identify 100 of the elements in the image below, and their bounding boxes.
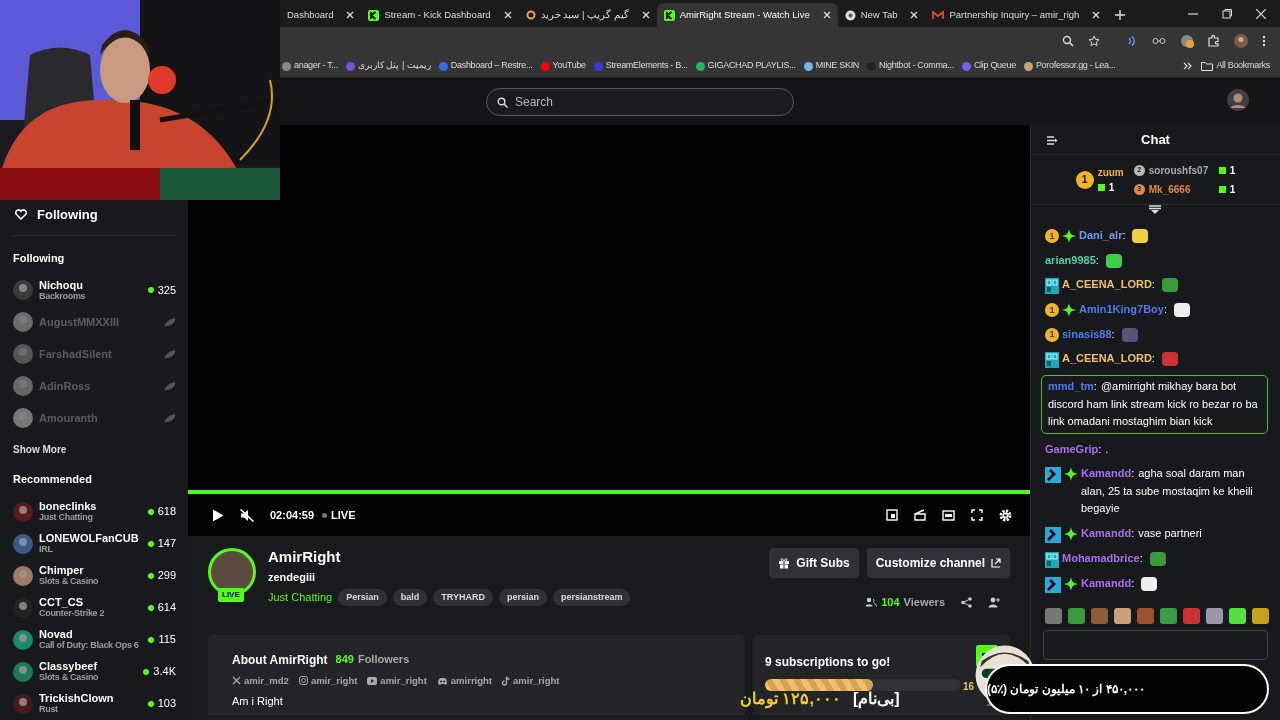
zoom-icon[interactable] <box>1062 35 1074 47</box>
emote-icon[interactable] <box>1252 607 1269 624</box>
browser-tab[interactable]: گیم گریپ | سبد خرید <box>518 3 657 27</box>
channel-item[interactable]: boneclinks Just Chatting 618 <box>13 495 176 528</box>
theater-icon[interactable] <box>914 509 926 521</box>
wide-mode-icon[interactable] <box>942 509 955 521</box>
chat-message[interactable]: Amin1King7Boy: <box>1079 301 1172 319</box>
tag[interactable]: persianstream <box>552 588 631 606</box>
bookmark[interactable]: ریمیت | پنل کاربری <box>345 59 431 73</box>
bookmark[interactable]: MINE SKIN <box>803 59 860 73</box>
close-icon[interactable] <box>1256 9 1266 19</box>
fullscreen-icon[interactable] <box>971 509 983 521</box>
channel-item[interactable]: Novad Call of Duty: Black Ops 6 115 <box>13 623 176 656</box>
avatar-icon <box>13 280 33 300</box>
collapse-chat-icon[interactable] <box>1047 136 1058 145</box>
extension-badge-icon[interactable] <box>1180 34 1194 48</box>
browser-tab[interactable]: Dashboard <box>280 3 362 27</box>
gift-subs-button[interactable]: Gift Subs <box>769 548 859 578</box>
share-icon[interactable] <box>961 596 972 608</box>
youtube-icon <box>367 676 378 685</box>
chat-message[interactable]: Dani_alr: <box>1079 227 1130 245</box>
bookmark[interactable]: Porofessor.gg - Lea... <box>1023 59 1116 73</box>
chat-message[interactable]: Kamandd: vase partneri <box>1081 524 1202 542</box>
chat-input[interactable] <box>1043 629 1268 660</box>
tag[interactable]: persian <box>498 588 547 606</box>
show-more-link[interactable]: Show More <box>13 442 176 457</box>
bookmark[interactable]: GIGACHAD PLAYLIS... <box>695 59 796 73</box>
browser-tab[interactable]: AmirRight Stream - Watch Live <box>656 3 838 27</box>
bookmark[interactable]: Nightbot - Comma... <box>867 59 954 73</box>
wave-icon[interactable] <box>1126 35 1138 47</box>
restore-icon[interactable] <box>1222 9 1232 19</box>
scroll-down-icon[interactable] <box>1149 205 1161 215</box>
category-link[interactable]: Just Chatting <box>268 589 333 606</box>
viewer-count: 104 <box>881 595 900 610</box>
bookmark[interactable]: Clip Queue <box>961 59 1016 73</box>
tag[interactable]: Persian <box>338 588 387 606</box>
close-icon <box>822 11 831 19</box>
avatar-icon <box>13 693 33 714</box>
bookmark[interactable]: StreamElements - B... <box>593 59 688 73</box>
browser-tab[interactable]: Partnership Inquiry – amir_righ <box>925 3 1108 27</box>
profile-avatar-icon[interactable] <box>1234 34 1248 48</box>
avatar-icon <box>13 533 33 554</box>
chevrons-icon[interactable] <box>1183 62 1194 70</box>
play-icon[interactable] <box>212 508 224 522</box>
glasses-icon[interactable] <box>1152 36 1166 46</box>
gift-count-icon <box>1218 185 1226 193</box>
emote-icon[interactable] <box>1114 607 1131 624</box>
chat-message[interactable]: A_CEENA_LORD: <box>1062 350 1159 368</box>
goal-title: 9 subscriptions to go! <box>765 653 891 671</box>
more-icon[interactable] <box>1262 35 1266 47</box>
channel-item[interactable]: Classybeef Slots & Casino 3.4K <box>13 655 176 688</box>
muted-icon[interactable] <box>240 508 254 522</box>
chat-message[interactable]: arian9985: <box>1045 251 1103 269</box>
bookmark[interactable]: anager - T... <box>282 59 338 73</box>
tag[interactable]: bald <box>392 588 428 606</box>
channel-item[interactable]: LONEWOLFanCUB IRL 147 <box>13 527 176 560</box>
emote-icon[interactable] <box>1160 607 1177 624</box>
bookmarks-folder[interactable]: All Bookmarks <box>1201 59 1270 73</box>
follow-user-icon[interactable] <box>988 596 1000 608</box>
chat-message[interactable]: GameGrip: . <box>1045 440 1109 458</box>
social-link[interactable]: amirright <box>436 673 492 688</box>
bookmark[interactable]: YouTube <box>540 59 586 73</box>
bookmark[interactable]: Dashboard – Restre... <box>438 59 533 73</box>
emote-icon[interactable] <box>1068 607 1085 624</box>
pip-icon[interactable] <box>886 509 898 521</box>
chat-message[interactable]: Kamandd: agha soal daram man alan, 25 ta sube mostaqim ke kheili begayie <box>1081 465 1268 518</box>
chat-message[interactable]: Kamandd: <box>1081 574 1139 592</box>
channel-item[interactable]: CCT_CS Counter-Strike 2 614 <box>13 591 176 624</box>
customize-button[interactable]: Customize channel <box>866 548 1010 578</box>
gavel-icon <box>1045 467 1061 483</box>
search-field[interactable]: Search <box>486 87 794 116</box>
social-link[interactable]: amir_right <box>502 673 560 688</box>
social-link[interactable]: amir_md2 <box>232 673 289 688</box>
gift-count: 1 <box>1229 182 1236 197</box>
emote-icon[interactable] <box>1206 607 1223 624</box>
browser-tab[interactable]: New Tab <box>837 3 926 27</box>
social-link[interactable]: amir_right <box>298 673 358 688</box>
new-tab-icon[interactable] <box>1115 10 1126 20</box>
sub-badge: 1 <box>1045 229 1059 243</box>
channel-item[interactable]: Chimper Slots & Casino 299 <box>13 559 176 592</box>
puzzle-icon[interactable] <box>1208 35 1220 47</box>
following-link[interactable]: Following <box>37 205 98 225</box>
live-dot-icon <box>322 512 328 518</box>
tag[interactable]: TRYHARD <box>433 588 493 606</box>
avatar-icon <box>13 501 33 522</box>
channel-item[interactable]: TrickishClown Rust 103 <box>13 687 176 720</box>
chat-message[interactable]: sinasis88: <box>1062 325 1119 343</box>
channel-item[interactable]: Nichoqu Backrooms 325 <box>13 274 176 306</box>
mail-icon <box>932 10 945 20</box>
folder-icon <box>1201 61 1214 71</box>
sparkle-icon <box>1064 526 1078 541</box>
heart-icon <box>15 209 27 221</box>
settings-icon[interactable] <box>999 508 1012 522</box>
chat-message[interactable]: Mohamadbrice: <box>1062 549 1147 567</box>
emote-icon[interactable] <box>1229 607 1246 624</box>
chat-message[interactable]: A_CEENA_LORD: <box>1062 276 1159 294</box>
user-avatar-icon[interactable] <box>1227 89 1249 111</box>
browser-tab[interactable]: Stream - Kick Dashboard <box>361 3 519 27</box>
social-link[interactable]: amir_right <box>367 673 427 688</box>
star-icon[interactable] <box>1088 35 1100 47</box>
